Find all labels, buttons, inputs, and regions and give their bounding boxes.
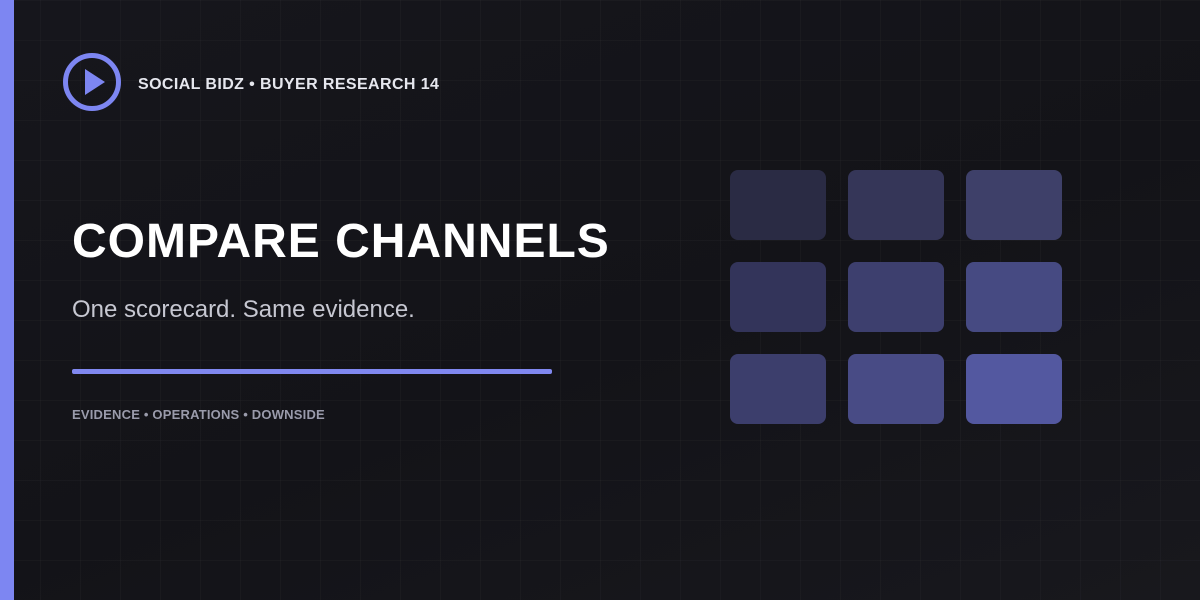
- grid-tile: [848, 170, 944, 240]
- grid-tile: [966, 262, 1062, 332]
- subtitle: One scorecard. Same evidence.: [72, 296, 415, 323]
- divider: [72, 369, 552, 374]
- grid-tile: [966, 170, 1062, 240]
- grid-tile: [730, 354, 826, 424]
- grid-tile: [848, 262, 944, 332]
- play-circle-icon: [62, 52, 122, 112]
- grid-tile: [966, 354, 1062, 424]
- topic-tags: EVIDENCE • OPERATIONS • DOWNSIDE: [72, 407, 325, 422]
- brand-label: SOCIAL BIDZ • BUYER RESEARCH 14: [138, 76, 440, 93]
- accent-bar: [0, 0, 14, 600]
- grid-tile: [730, 262, 826, 332]
- grid-tile: [730, 170, 826, 240]
- page-title: COMPARE CHANNELS: [72, 215, 610, 268]
- grid-tile: [848, 354, 944, 424]
- banner: SOCIAL BIDZ • BUYER RESEARCH 14 COMPARE …: [0, 0, 1200, 600]
- tile-grid: [730, 170, 1062, 424]
